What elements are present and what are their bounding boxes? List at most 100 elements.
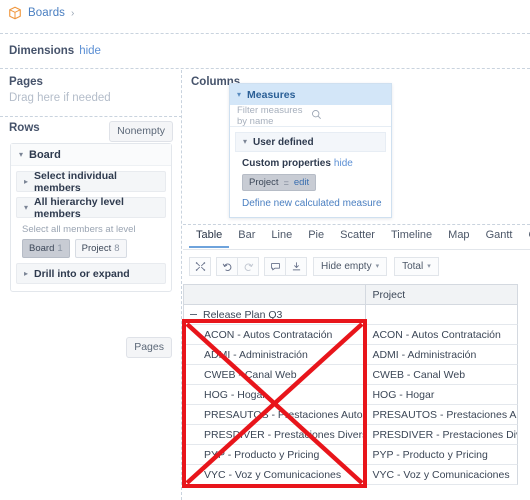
comment-icon[interactable] [264, 256, 286, 276]
property-chip-project[interactable]: Project = edit [242, 174, 317, 191]
row-value-cell[interactable]: PYP - Producto y Pricing [366, 445, 518, 465]
custom-properties-label: Custom properties [242, 158, 331, 169]
app-root: Boards › Dimensions hide Pages Drag here… [0, 0, 530, 500]
tab-map[interactable]: Map [441, 228, 476, 246]
measures-popup-header[interactable]: ▾ Measures [230, 84, 391, 105]
property-chip-operator: = [283, 177, 289, 188]
row-header-cell[interactable]: PRESAUTOS - Prestaciones Autos [184, 405, 367, 425]
table-row[interactable]: VYC - Voz y Comunicaciones VYC - Voz y C… [184, 465, 518, 485]
pages-zone-title: Pages [9, 76, 43, 88]
chevron-down-icon: ▾ [24, 202, 29, 212]
chevron-down-icon: ▾ [243, 137, 248, 146]
toolbar-group-pivot [189, 256, 211, 276]
level-selector-hint: Select all members at level [22, 224, 136, 235]
pages-zone-hint: Drag here if needed [9, 92, 111, 104]
level-chip-board[interactable]: Board 1 [22, 239, 70, 258]
measures-filter-input[interactable]: Filter measures by name [230, 105, 391, 127]
level-chip-group: Board 1 Project 8 [22, 239, 166, 258]
table-row[interactable]: PYP - Producto y Pricing PYP - Producto … [184, 445, 518, 465]
row-header-cell[interactable]: ADMI - Administración [184, 345, 367, 365]
pivot-table: Project Release Plan Q3 ACON - Autos Con… [183, 284, 518, 485]
row-header-cell[interactable]: CWEB - Canal Web [184, 365, 367, 385]
table-row[interactable]: HOG - Hogar HOG - Hogar [184, 385, 518, 405]
accordion-drill-into-or-expand[interactable]: ▸ Drill into or expand [16, 263, 166, 284]
breadcrumb: Boards › [0, 0, 530, 26]
table-header-row: Project [184, 285, 518, 305]
row-value-cell[interactable]: PRESDIVER - Prestaciones Diversos [366, 425, 518, 445]
cube-icon [8, 6, 22, 20]
custom-properties-hide-link[interactable]: hide [334, 158, 353, 169]
table-row[interactable]: PRESDIVER - Prestaciones Diversos PRESDI… [184, 425, 518, 445]
chevron-down-icon: ▾ [375, 263, 380, 270]
row-value-cell[interactable]: ADMI - Administración [366, 345, 518, 365]
measures-filter-placeholder: Filter measures by name [237, 104, 303, 127]
table-row[interactable]: CWEB - Canal Web CWEB - Canal Web [184, 365, 518, 385]
tab-gantt[interactable]: Gantt [479, 228, 520, 246]
level-chip-label: Project [81, 243, 112, 254]
tab-scatter[interactable]: Scatter [333, 228, 382, 246]
row-header-cell[interactable]: PYP - Producto y Pricing [184, 445, 367, 465]
tab-pie[interactable]: Pie [301, 228, 331, 246]
export-icon[interactable] [285, 256, 307, 276]
dimensions-hide-link[interactable]: hide [79, 45, 101, 57]
custom-properties-block: Custom properties hide Project = edit Def… [235, 152, 386, 212]
tab-gauge[interactable]: Gauge [521, 228, 530, 246]
table-row[interactable]: ACON - Autos Contratación ACON - Autos C… [184, 325, 518, 345]
swap-axes-icon[interactable] [189, 256, 211, 276]
redo-icon[interactable] [237, 256, 259, 276]
level-selector: Select all members at level Board 1 Proje… [16, 223, 166, 263]
hide-empty-dropdown[interactable]: Hide empty ▾ [313, 256, 388, 276]
accordion-label: Drill into or expand [34, 267, 130, 280]
row-header-cell[interactable]: HOG - Hogar [184, 385, 367, 405]
user-defined-section-header[interactable]: ▾ User defined [235, 132, 386, 152]
search-icon[interactable] [311, 109, 385, 123]
board-card-header[interactable]: ▾ Board [11, 144, 171, 166]
property-chip-edit-link[interactable]: edit [294, 177, 309, 188]
define-new-calculated-measure-link[interactable]: Define new calculated measure [242, 198, 386, 209]
undo-icon[interactable] [216, 256, 238, 276]
chevron-right-icon: ▸ [24, 176, 29, 186]
tab-timeline[interactable]: Timeline [384, 228, 439, 246]
chevron-down-icon: ▾ [237, 89, 242, 99]
row-header-cell[interactable]: VYC - Voz y Comunicaciones [184, 465, 367, 485]
row-header-cell[interactable]: PRESDIVER - Prestaciones Diversos [184, 425, 367, 445]
level-chip-label: Board [29, 243, 55, 254]
row-value-cell[interactable]: VYC - Voz y Comunicaciones [366, 465, 518, 485]
row-header-corner-cell [184, 285, 367, 305]
measures-popup-body: ▾ User defined Custom properties hide Pro… [230, 127, 391, 217]
row-value-cell[interactable]: CWEB - Canal Web [366, 365, 518, 385]
nonempty-button[interactable]: Nonempty [109, 121, 173, 142]
breadcrumb-separator: › [71, 7, 75, 19]
dimensions-label: Dimensions [9, 45, 75, 57]
level-chip-project[interactable]: Project 8 [74, 239, 127, 258]
accordion-all-hierarchy-level-members[interactable]: ▾ All hierarchy level members [16, 196, 166, 220]
total-dropdown[interactable]: Total ▾ [394, 256, 439, 276]
columns-dropzone: Columns ▾ Measures Filter measures by na… [183, 70, 530, 225]
tab-line[interactable]: Line [264, 228, 299, 246]
group-row-label: Release Plan Q3 [203, 308, 283, 321]
user-defined-label: User defined [253, 136, 314, 148]
pages-dropzone[interactable]: Pages Drag here if needed [0, 70, 182, 117]
breadcrumb-boards-link[interactable]: Boards [28, 7, 65, 19]
row-value-cell[interactable]: HOG - Hogar [366, 385, 518, 405]
measures-popup: ▾ Measures Filter measures by name ▾ Use… [229, 83, 392, 218]
row-header-cell[interactable]: ACON - Autos Contratación [184, 325, 367, 345]
table-row[interactable]: PRESAUTOS - Prestaciones Autos PRESAUTOS… [184, 405, 518, 425]
board-hierarchy-card: ▾ Board ▸ Select individual members ▾ Al… [10, 143, 172, 292]
table-group-row[interactable]: Release Plan Q3 [184, 305, 518, 325]
accordion-select-individual-members[interactable]: ▸ Select individual members [16, 170, 166, 194]
rows-dropzone: Rows Nonempty ▾ Board ▸ Select individua… [0, 117, 182, 500]
collapse-minus-icon[interactable] [190, 314, 197, 315]
hide-empty-label: Hide empty [321, 260, 372, 272]
table-row[interactable]: ADMI - Administración ADMI - Administrac… [184, 345, 518, 365]
row-value-cell[interactable]: PRESAUTOS - Prestaciones Autos [366, 405, 518, 425]
group-row-header[interactable]: Release Plan Q3 [184, 305, 367, 325]
tab-bar[interactable]: Bar [231, 228, 262, 246]
row-value-cell[interactable]: ACON - Autos Contratación [366, 325, 518, 345]
board-card-title: Board [29, 148, 61, 161]
dimensions-bar: Dimensions hide [0, 33, 530, 69]
tab-table[interactable]: Table [189, 228, 230, 248]
pages-button[interactable]: Pages [126, 337, 172, 358]
total-label: Total [402, 260, 424, 272]
column-header-project[interactable]: Project [366, 285, 518, 305]
